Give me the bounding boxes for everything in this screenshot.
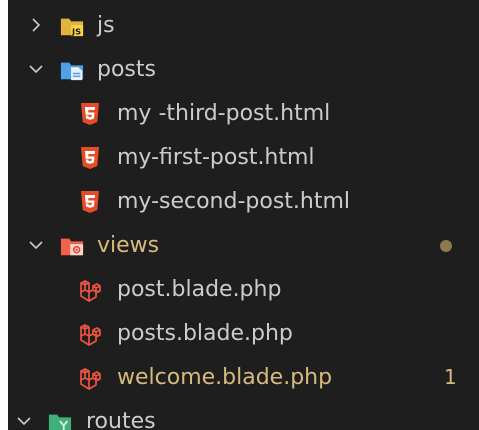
tree-item-label: js [97,13,115,38]
tree-item-posts-folder[interactable]: posts [8,48,479,91]
routes-folder-icon [48,410,72,430]
views-folder-icon [60,234,84,258]
tree-item-label: my -third-post.html [117,101,331,126]
tree-item-label: views [97,233,160,258]
chevron-down-icon[interactable] [28,61,44,77]
tree-item-file[interactable]: posts.blade.php [8,312,479,355]
laravel-icon [78,322,102,346]
js-folder-icon: JS [60,14,84,38]
tree-item-views-folder[interactable]: views [8,224,479,267]
tree-item-routes-folder[interactable]: routes [8,400,479,430]
html5-icon [78,146,102,170]
file-explorer: JS js posts my -third-post.html my-first… [8,0,479,430]
svg-text:JS: JS [71,26,81,36]
html5-icon [78,190,102,214]
laravel-icon [78,278,102,302]
chevron-right-icon[interactable] [28,17,44,33]
problem-count-badge: 1 [444,365,457,389]
modified-dot-indicator [440,240,452,252]
posts-folder-icon [60,58,84,82]
tree-item-label: post.blade.php [117,277,282,302]
tree-item-label: routes [86,409,156,430]
chevron-down-icon[interactable] [28,237,44,253]
tree-item-file[interactable]: my -third-post.html [8,92,479,135]
tree-item-label: my-second-post.html [117,189,351,214]
laravel-icon [78,366,102,390]
tree-item-label: posts [97,57,156,82]
chevron-down-icon[interactable] [16,413,32,429]
tree-item-js-folder[interactable]: JS js [8,4,479,47]
tree-item-label: my-first-post.html [117,145,315,170]
tree-item-file[interactable]: my-second-post.html [8,180,479,223]
tree-item-label: welcome.blade.php [117,365,333,390]
tree-item-file[interactable]: welcome.blade.php 1 [8,356,479,399]
html5-icon [78,102,102,126]
tree-item-file[interactable]: my-first-post.html [8,136,479,179]
tree-item-label: posts.blade.php [117,321,293,346]
tree-item-file[interactable]: post.blade.php [8,268,479,311]
